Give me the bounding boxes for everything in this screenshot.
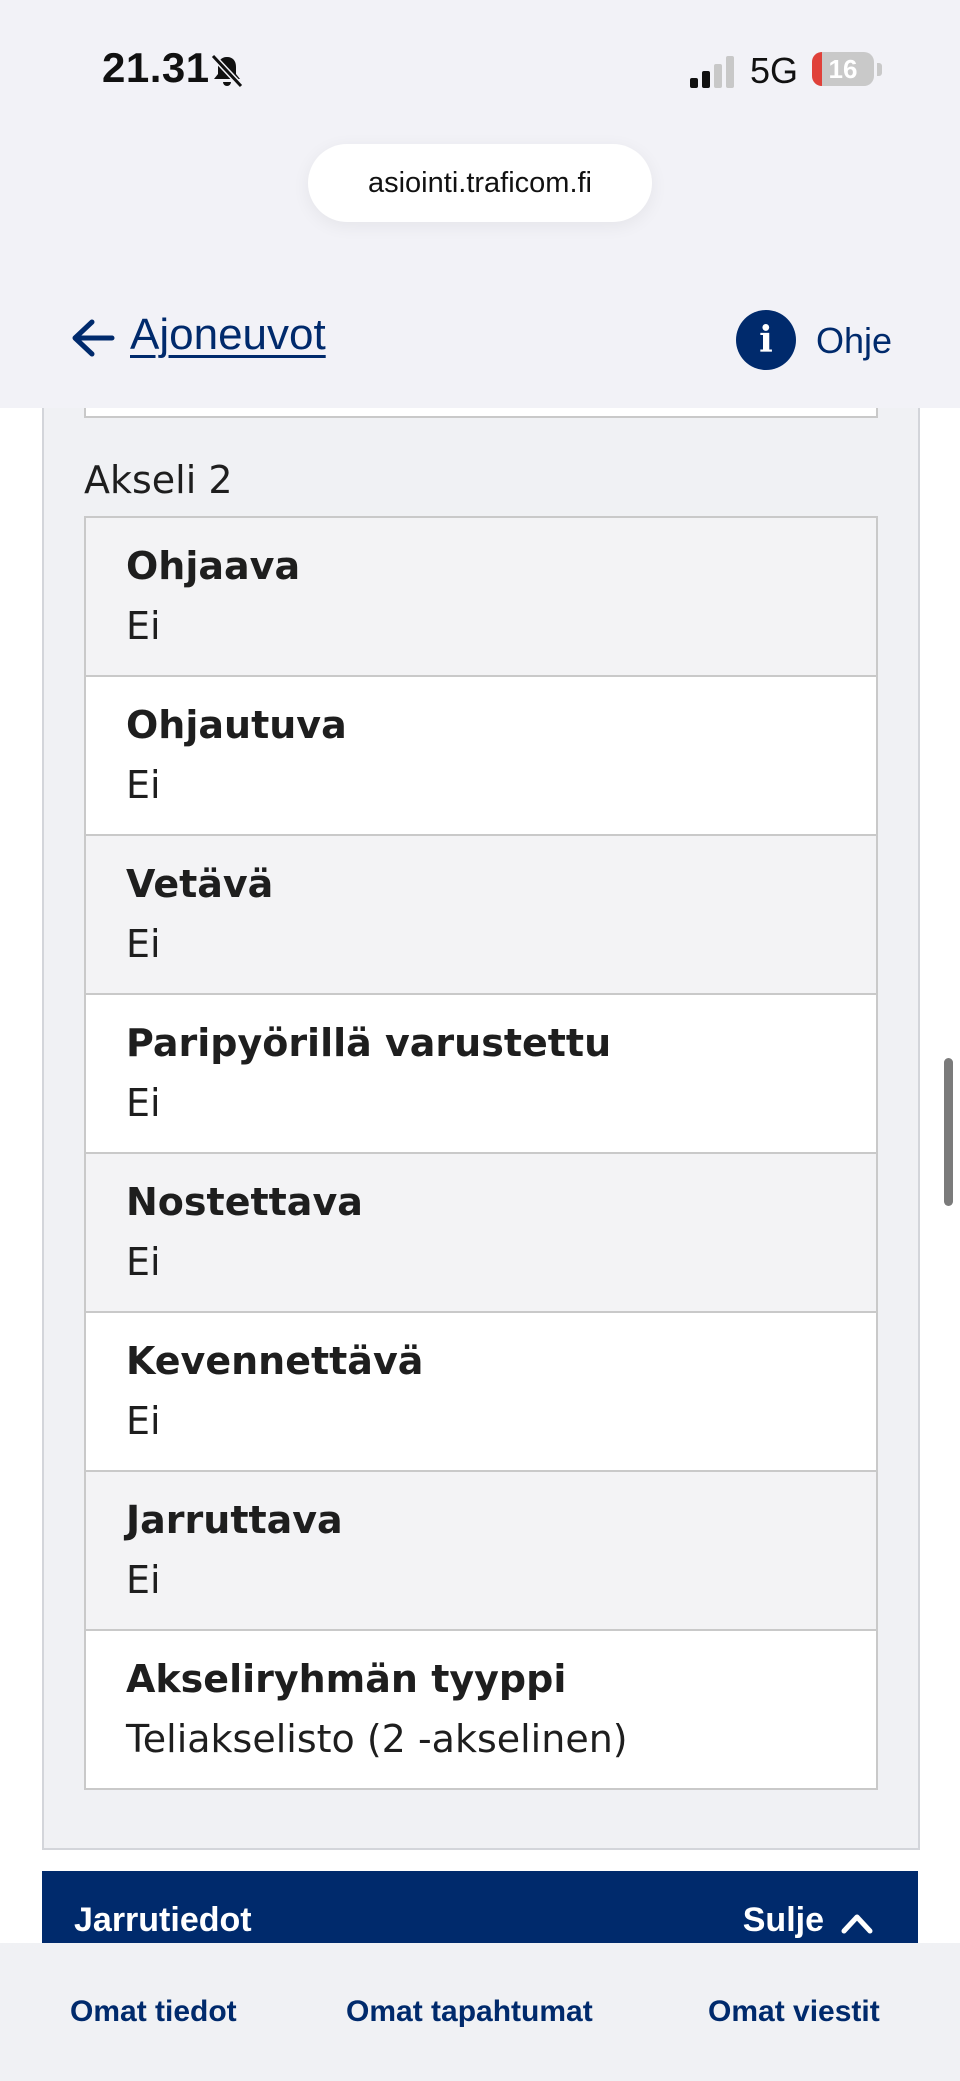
collapse-label: Sulje [742, 1901, 824, 1939]
property-label: Jarruttava [126, 1498, 343, 1542]
axle-properties-table: Ohjaava Ei Ohjautuva Ei Vetävä Ei Paripy… [84, 516, 878, 1790]
bell-slash-icon [210, 53, 244, 89]
property-label: Ohjaava [126, 544, 301, 588]
property-value: Ei [126, 1240, 161, 1284]
brake-info-accordion-header[interactable]: Jarrutiedot Sulje [42, 1871, 918, 1943]
property-value: Teliakselisto (2 -akselinen) [126, 1717, 628, 1761]
property-value: Ei [126, 922, 161, 966]
property-row-akseliryhman-tyyppi: Akseliryhmän tyyppi Teliakselisto (2 -ak… [86, 1631, 876, 1790]
battery-icon: 16 [812, 52, 874, 86]
property-label: Ohjautuva [126, 703, 347, 747]
property-label: Akseliryhmän tyyppi [126, 1657, 567, 1701]
chevron-up-icon [841, 1914, 873, 1934]
brake-info-title: Jarrutiedot [74, 1901, 252, 1939]
property-row-kevennettava: Kevennettävä Ei [86, 1313, 876, 1472]
property-value: Ei [126, 763, 161, 807]
status-time: 21.31 [102, 44, 210, 91]
network-label: 5G [750, 50, 799, 91]
property-label: Vetävä [126, 862, 274, 906]
arrow-left-icon[interactable] [70, 318, 116, 358]
property-row-jarruttava: Jarruttava Ei [86, 1472, 876, 1631]
info-icon: i [736, 310, 796, 370]
property-value: Ei [126, 1399, 161, 1443]
axle-title: Akseli 2 [84, 458, 233, 502]
main-content: Akseli 2 Ohjaava Ei Ohjautuva Ei Vetävä … [0, 408, 960, 1943]
property-row-paripyorilla-varustettu: Paripyörillä varustettu Ei [86, 995, 876, 1154]
property-row-vetava: Vetävä Ei [86, 836, 876, 995]
property-row-nostettava: Nostettava Ei [86, 1154, 876, 1313]
property-value: Ei [126, 604, 161, 648]
bottom-navigation: Omat tiedot Omat tapahtumat Omat viestit [0, 1943, 960, 2081]
help-label: Ohje [816, 320, 893, 361]
scrollbar-thumb[interactable] [944, 1058, 953, 1206]
property-row-ohjautuva: Ohjautuva Ei [86, 677, 876, 836]
property-row-ohjaava: Ohjaava Ei [86, 518, 876, 677]
back-link-vehicles[interactable]: Ajoneuvot [130, 310, 326, 360]
battery-level: 16 [828, 54, 858, 84]
nav-omat-tiedot[interactable]: Omat tiedot [70, 1995, 237, 2029]
previous-table-edge [84, 408, 878, 418]
property-value: Ei [126, 1558, 161, 1602]
property-label: Kevennettävä [126, 1339, 424, 1383]
property-label: Nostettava [126, 1180, 363, 1224]
url-bar[interactable]: asiointi.traficom.fi [308, 144, 652, 222]
property-value: Ei [126, 1081, 161, 1125]
property-label: Paripyörillä varustettu [126, 1021, 612, 1065]
signal-icon [690, 56, 734, 88]
nav-omat-tapahtumat[interactable]: Omat tapahtumat [346, 1995, 593, 2029]
battery-cap [877, 63, 882, 76]
nav-omat-viestit[interactable]: Omat viestit [708, 1995, 880, 2029]
